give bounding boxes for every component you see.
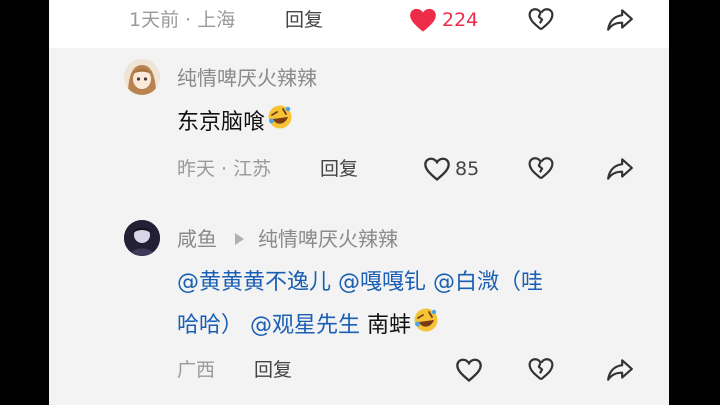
avatar[interactable]: [124, 220, 160, 256]
reply-author[interactable]: 纯情啤厌火辣辣: [177, 65, 317, 91]
rolling-on-floor-laughing-emoji-icon: [413, 307, 439, 345]
reply-to-author[interactable]: 纯情啤厌火辣辣: [258, 226, 398, 252]
heart-filled-icon[interactable]: [409, 7, 437, 33]
mention-link[interactable]: 哈哈） @观星先生: [177, 313, 360, 338]
share-icon[interactable]: [606, 358, 634, 382]
comment-time-location: 1天前 · 上海: [129, 9, 236, 31]
avatar[interactable]: [124, 59, 160, 95]
reply-to-arrow-icon: [235, 233, 244, 245]
like-count: 224: [442, 9, 479, 31]
reply-button[interactable]: 回复: [320, 157, 358, 181]
reply-button[interactable]: 回复: [285, 8, 323, 32]
heart-outline-icon[interactable]: [423, 156, 451, 182]
reply-location: 广西: [177, 359, 216, 381]
reply-text: 东京脑喰: [177, 110, 266, 135]
reply-author[interactable]: 咸鱼: [177, 226, 217, 252]
reply-content: 东京脑喰: [177, 104, 293, 142]
top-comment-actions: 1天前 · 上海 回复 224: [49, 0, 669, 48]
heart-outline-icon[interactable]: [455, 357, 483, 383]
like-count: 85: [455, 158, 480, 180]
reply-time-location: 昨天 · 江苏: [177, 158, 272, 180]
rolling-on-floor-laughing-emoji-icon: [267, 104, 293, 142]
comment-panel: 1天前 · 上海 回复 224 纯情啤厌火辣辣 东京脑喰 昨天 · 江苏 回复 …: [49, 0, 669, 405]
broken-heart-icon[interactable]: [528, 357, 554, 381]
reply-content-line2: 哈哈） @观星先生 南蚌: [177, 307, 439, 345]
reply-text: 南蚌: [360, 313, 411, 338]
share-icon[interactable]: [606, 157, 634, 181]
replies-section: 纯情啤厌火辣辣 东京脑喰 昨天 · 江苏 回复 85 咸鱼 纯情啤厌火辣辣 @黄…: [49, 48, 669, 405]
broken-heart-icon[interactable]: [528, 7, 554, 31]
broken-heart-icon[interactable]: [528, 156, 554, 180]
reply-content-line1[interactable]: @黄黄黄不逸儿 @嘎嘎钆 @白溦（哇: [177, 265, 543, 301]
reply-button[interactable]: 回复: [254, 358, 292, 382]
share-icon[interactable]: [606, 8, 634, 32]
